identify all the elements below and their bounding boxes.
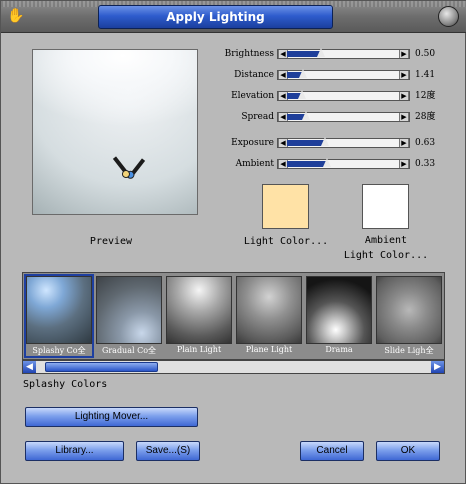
preset-thumbnail[interactable]: Splashy Co全 — [24, 274, 94, 358]
ambient-color-label-line1[interactable]: Ambient — [341, 235, 431, 246]
preset-thumbnail[interactable]: Plain Light — [165, 275, 233, 357]
slider-value: 12度 — [415, 91, 436, 101]
slider-distance: Distance ◀ ▶ 1.41 — [201, 69, 441, 82]
title-bar[interactable]: ✋ Apply Lighting — [1, 1, 466, 33]
preset-thumbnail-label: Gradual Co全 — [101, 346, 157, 355]
slider-track[interactable]: ◀ ▶ — [277, 48, 410, 59]
light-color-swatch[interactable] — [262, 184, 309, 229]
preset-thumbnail-image — [26, 276, 92, 344]
selected-preset-name: Splashy Colors — [23, 379, 108, 390]
preset-thumbnail-image — [306, 276, 372, 344]
preset-thumbnail[interactable]: Drama — [305, 275, 373, 357]
cancel-button[interactable]: Cancel — [300, 441, 364, 461]
scroll-left-icon[interactable]: ◀ — [23, 361, 36, 373]
lighting-mover-button[interactable]: Lighting Mover... — [25, 407, 198, 427]
slider-track[interactable]: ◀ ▶ — [277, 90, 410, 101]
preset-thumbnail[interactable]: Gradual Co全 — [95, 275, 163, 357]
slider-thumb[interactable] — [298, 69, 307, 78]
ambient-color-label-line2[interactable]: Light Color... — [341, 250, 431, 261]
save-button[interactable]: Save...(S) — [136, 441, 200, 461]
preset-scrollbar[interactable]: ◀ ▶ — [22, 360, 445, 374]
slider-spread: Spread ◀ ▶ 28度 — [201, 111, 441, 124]
dialog-title: Apply Lighting — [98, 5, 333, 29]
slider-value: 28度 — [415, 112, 436, 122]
preset-thumbnail-image — [96, 276, 162, 344]
slider-thumb[interactable] — [316, 48, 325, 57]
slider-value: 0.63 — [415, 138, 436, 148]
slider-track[interactable]: ◀ ▶ — [277, 69, 410, 80]
slider-ambient: Ambient ◀ ▶ 0.33 — [201, 158, 441, 171]
light-handle-blue[interactable] — [124, 158, 146, 181]
slider-label: Brightness — [224, 49, 274, 59]
preset-thumbnail-image — [376, 276, 442, 344]
slider-track[interactable]: ◀ ▶ — [277, 111, 410, 122]
slider-right-arrow-icon[interactable]: ▶ — [399, 92, 409, 100]
slider-label: Ambient — [235, 159, 274, 169]
slider-right-arrow-icon[interactable]: ▶ — [399, 139, 409, 147]
slider-fill — [287, 161, 327, 167]
slider-track[interactable]: ◀ ▶ — [277, 158, 410, 169]
slider-fill — [287, 51, 321, 57]
slider-track[interactable]: ◀ ▶ — [277, 137, 410, 148]
hand-icon[interactable]: ✋ — [7, 7, 24, 25]
slider-label: Elevation — [231, 91, 274, 101]
lighting-preview[interactable] — [32, 49, 198, 215]
preset-thumbnail-label: Splashy Co全 — [32, 346, 86, 355]
ambient-color-swatch[interactable] — [362, 184, 409, 229]
scrollbar-thumb[interactable] — [45, 362, 158, 372]
slider-label: Spread — [241, 112, 274, 122]
preset-thumbnail[interactable]: Slide Ligh全 — [375, 275, 443, 357]
scroll-right-icon[interactable]: ▶ — [431, 361, 444, 373]
preset-thumbnail-image — [236, 276, 302, 344]
slider-value: 0.33 — [415, 159, 436, 169]
slider-right-arrow-icon[interactable]: ▶ — [399, 50, 409, 58]
close-icon[interactable] — [438, 6, 459, 27]
preset-thumbnail-image — [166, 276, 232, 344]
slider-label: Distance — [234, 70, 274, 80]
slider-thumb[interactable] — [322, 158, 331, 167]
light-color-label[interactable]: Light Color... — [241, 236, 331, 247]
preset-thumbnail-label: Drama — [325, 345, 353, 354]
slider-value: 0.50 — [415, 49, 436, 59]
slider-thumb[interactable] — [321, 137, 330, 146]
slider-elevation: Elevation ◀ ▶ 12度 — [201, 90, 441, 103]
library-button[interactable]: Library... — [25, 441, 124, 461]
preset-thumbnail-label: Plane Light — [245, 345, 293, 354]
preview-caption: Preview — [89, 236, 133, 247]
slider-label: Exposure — [231, 138, 274, 148]
light-handle-yellow[interactable] — [112, 156, 132, 180]
slider-right-arrow-icon[interactable]: ▶ — [399, 71, 409, 79]
slider-thumb[interactable] — [297, 90, 306, 99]
slider-brightness: Brightness ◀ ▶ 0.50 — [201, 48, 441, 61]
slider-exposure: Exposure ◀ ▶ 0.63 — [201, 137, 441, 150]
preset-thumbnail[interactable]: Plane Light — [235, 275, 303, 357]
slider-thumb[interactable] — [302, 111, 311, 120]
slider-value: 1.41 — [415, 70, 436, 80]
slider-right-arrow-icon[interactable]: ▶ — [399, 113, 409, 121]
apply-lighting-dialog: ✋ Apply Lighting Preview Brightness ◀ ▶ 0.5… — [0, 0, 466, 484]
ok-button[interactable]: OK — [376, 441, 440, 461]
slider-fill — [287, 140, 326, 146]
preset-thumbnail-label: Slide Ligh全 — [384, 346, 434, 355]
slider-right-arrow-icon[interactable]: ▶ — [399, 160, 409, 168]
preset-thumbnail-label: Plain Light — [176, 345, 222, 354]
preset-thumbnail-strip: Splashy Co全 Gradual Co全 Plain Light Plane L… — [22, 272, 445, 360]
